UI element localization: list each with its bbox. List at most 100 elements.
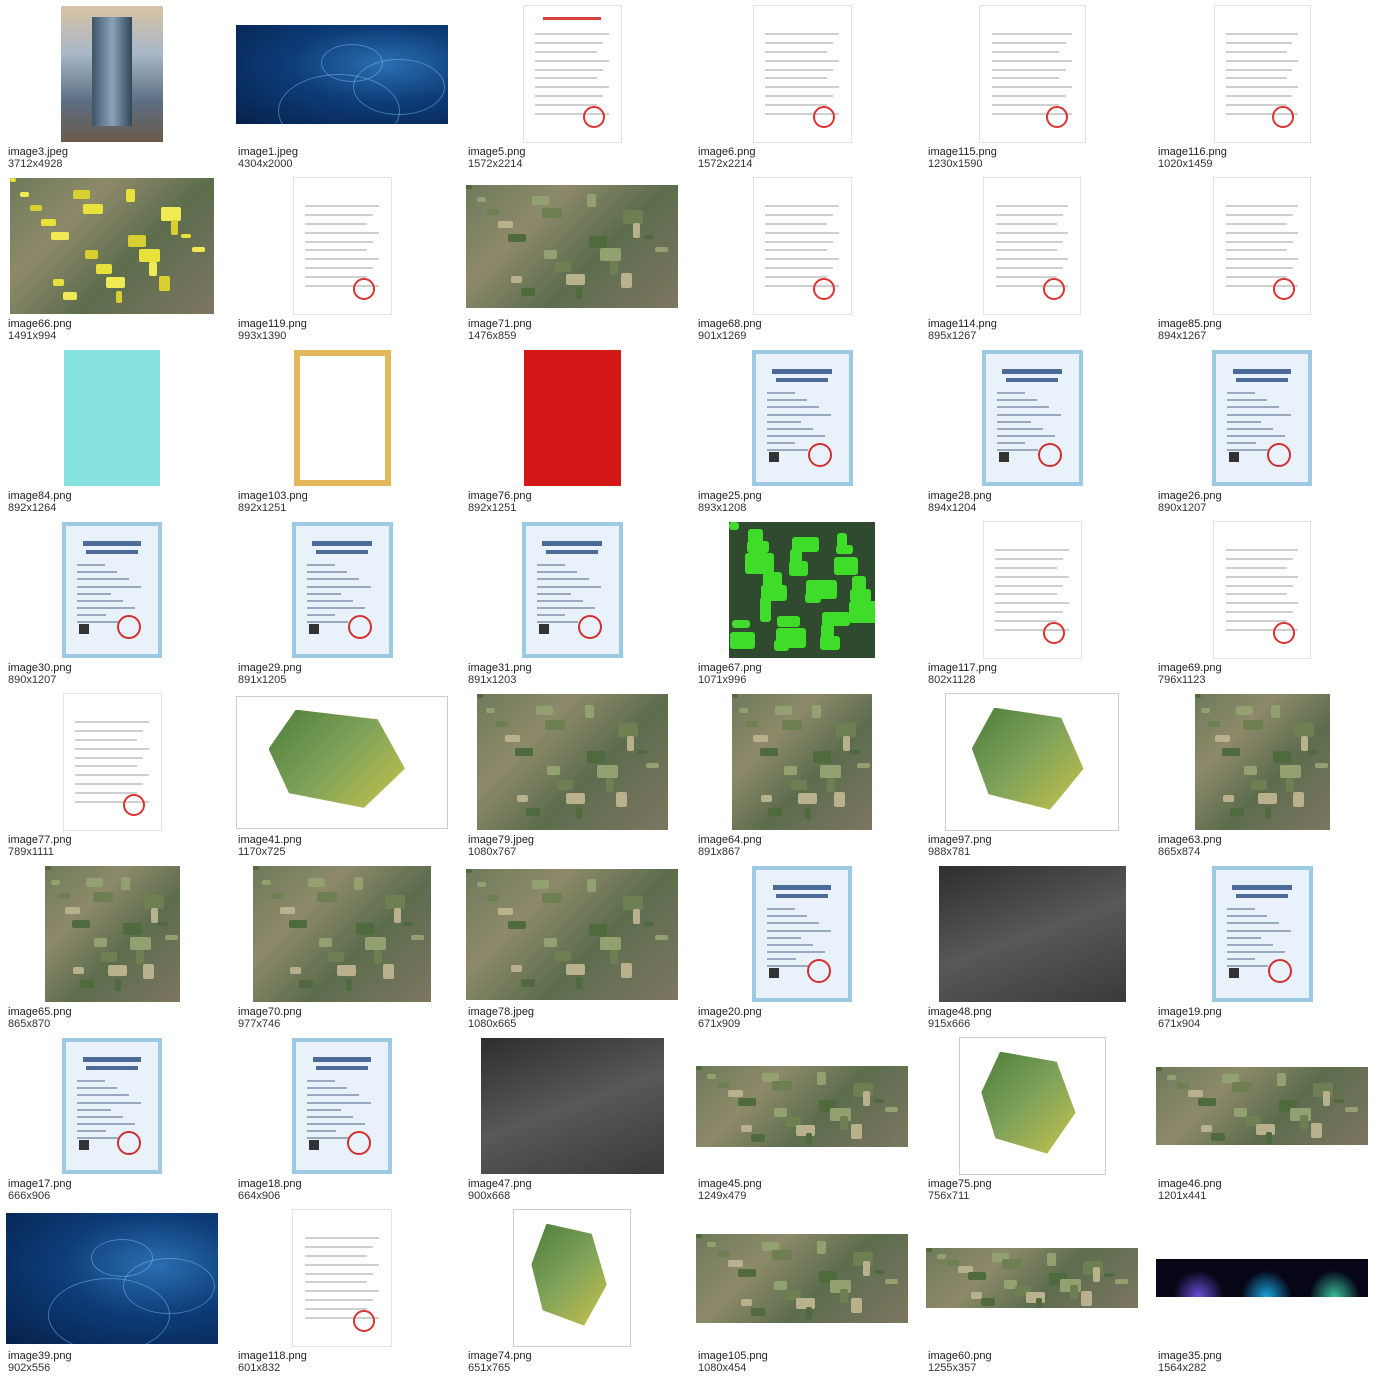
gallery-item[interactable]: image85.png 894x1267 — [1150, 172, 1380, 344]
thumbnail-image[interactable] — [983, 177, 1081, 315]
gallery-item[interactable]: image115.png 1230x1590 — [920, 0, 1150, 172]
gallery-item[interactable]: image35.png 1564x282 — [1150, 1204, 1380, 1376]
thumbnail-image[interactable] — [978, 5, 1086, 143]
gallery-item[interactable]: image26.png 890x1207 — [1150, 344, 1380, 516]
gallery-item[interactable]: image77.png 789x1111 — [0, 688, 230, 860]
gallery-item[interactable]: image78.jpeg 1080x665 — [460, 860, 690, 1032]
thumbnail-image[interactable] — [1194, 694, 1330, 830]
gallery-item[interactable]: image65.png 865x870 — [0, 860, 230, 1032]
thumbnail-image[interactable] — [751, 350, 853, 486]
gallery-item[interactable]: image19.png 671x904 — [1150, 860, 1380, 1032]
gallery-item[interactable]: image41.png 1170x725 — [230, 688, 460, 860]
thumbnail-image[interactable] — [1211, 866, 1313, 1002]
gallery-item[interactable]: image97.png 988x781 — [920, 688, 1150, 860]
gallery-item[interactable]: image18.png 664x906 — [230, 1032, 460, 1204]
thumbnail-image[interactable] — [1156, 1259, 1368, 1297]
gallery-item[interactable]: image1.jpeg 4304x2000 — [230, 0, 460, 172]
gallery-item[interactable]: image116.png 1020x1459 — [1150, 0, 1380, 172]
gallery-item[interactable]: image63.png 865x874 — [1150, 688, 1380, 860]
gallery-item[interactable]: image5.png 1572x2214 — [460, 0, 690, 172]
thumbnail-image[interactable] — [696, 1233, 908, 1323]
gallery-item[interactable]: image76.png 892x1251 — [460, 344, 690, 516]
gallery-item[interactable]: image25.png 893x1208 — [690, 344, 920, 516]
gallery-item[interactable]: image28.png 894x1204 — [920, 344, 1150, 516]
thumbnail-image[interactable] — [938, 866, 1126, 1002]
thumbnail-image[interactable] — [293, 350, 391, 486]
gallery-item[interactable]: image6.png 1572x2214 — [690, 0, 920, 172]
thumbnail-image[interactable] — [523, 350, 621, 486]
thumbnail-image[interactable] — [480, 1038, 664, 1174]
gallery-item[interactable]: image17.png 666x906 — [0, 1032, 230, 1204]
gallery-item[interactable]: image71.png 1476x859 — [460, 172, 690, 344]
gallery-item[interactable]: image29.png 891x1205 — [230, 516, 460, 688]
gallery-item[interactable]: image64.png 891x867 — [690, 688, 920, 860]
thumbnail-image[interactable] — [292, 177, 392, 315]
gallery-item[interactable]: image39.png 902x556 — [0, 1204, 230, 1376]
gallery-item[interactable]: image68.png 901x1269 — [690, 172, 920, 344]
thumbnail-image[interactable] — [729, 522, 875, 658]
gallery-item[interactable]: image84.png 892x1264 — [0, 344, 230, 516]
thumbnail-image[interactable] — [62, 1038, 162, 1174]
thumbnail-image[interactable] — [513, 1209, 631, 1347]
thumbnail-image[interactable] — [62, 693, 162, 831]
gallery-item[interactable]: image79.jpeg 1080x767 — [460, 688, 690, 860]
gallery-item[interactable]: image20.png 671x909 — [690, 860, 920, 1032]
gallery-item[interactable]: image74.png 651x765 — [460, 1204, 690, 1376]
gallery-item[interactable]: image105.png 1080x454 — [690, 1204, 920, 1376]
thumbnail-image[interactable] — [522, 5, 622, 143]
thumbnail-image[interactable] — [10, 178, 214, 314]
gallery-item[interactable]: image118.png 601x832 — [230, 1204, 460, 1376]
gallery-item[interactable]: image47.png 900x668 — [460, 1032, 690, 1204]
gallery-item[interactable]: image117.png 802x1128 — [920, 516, 1150, 688]
thumbnail-image[interactable] — [926, 1248, 1138, 1308]
gallery-item[interactable]: image48.png 915x666 — [920, 860, 1150, 1032]
thumbnail-image[interactable] — [945, 693, 1119, 831]
thumbnail-image[interactable] — [1213, 5, 1311, 143]
thumbnail-image[interactable] — [44, 866, 180, 1002]
gallery-item[interactable]: image31.png 891x1203 — [460, 516, 690, 688]
thumbnail-image[interactable] — [292, 1038, 392, 1174]
thumbnail-image[interactable] — [752, 866, 852, 1002]
gallery-item[interactable]: image70.png 977x746 — [230, 860, 460, 1032]
thumbnail-image[interactable] — [253, 866, 431, 1002]
thumbnail-image[interactable] — [1156, 1067, 1368, 1145]
thumbnail-frame — [1156, 350, 1368, 486]
thumbnail-image[interactable] — [291, 522, 393, 658]
thumbnail-image[interactable] — [61, 6, 163, 142]
gallery-item[interactable]: image119.png 993x1390 — [230, 172, 460, 344]
thumbnail-image[interactable] — [236, 24, 448, 124]
thumbnail-image[interactable] — [6, 1212, 218, 1344]
thumbnail-image[interactable] — [752, 5, 852, 143]
gallery-item[interactable]: image66.png 1491x994 — [0, 172, 230, 344]
gallery-item[interactable]: image103.png 892x1251 — [230, 344, 460, 516]
thumbnail-image[interactable] — [1213, 521, 1311, 659]
thumbnail-image[interactable] — [1213, 177, 1311, 315]
file-caption: image78.jpeg 1080x665 — [468, 1006, 683, 1030]
thumbnail-image[interactable] — [292, 1209, 392, 1347]
gallery-item[interactable]: image67.png 1071x996 — [690, 516, 920, 688]
thumbnail-image[interactable] — [982, 521, 1082, 659]
gallery-item[interactable]: image75.png 756x711 — [920, 1032, 1150, 1204]
thumbnail-image[interactable] — [466, 868, 678, 1000]
gallery-item[interactable]: image46.png 1201x441 — [1150, 1032, 1380, 1204]
file-name: image26.png — [1158, 490, 1222, 502]
thumbnail-image[interactable] — [696, 1065, 908, 1147]
thumbnail-image[interactable] — [958, 1037, 1106, 1175]
gallery-item[interactable]: image69.png 796x1123 — [1150, 516, 1380, 688]
thumbnail-image[interactable] — [981, 350, 1083, 486]
gallery-item[interactable]: image114.png 895x1267 — [920, 172, 1150, 344]
thumbnail-image[interactable] — [752, 177, 852, 315]
thumbnail-image[interactable] — [732, 694, 872, 830]
thumbnail-image[interactable] — [476, 694, 668, 830]
gallery-item[interactable]: image60.png 1255x357 — [920, 1204, 1150, 1376]
thumbnail-image[interactable] — [466, 184, 678, 308]
thumbnail-image[interactable] — [1212, 350, 1312, 486]
thumbnail-image[interactable] — [236, 695, 448, 829]
gallery-item[interactable]: image3.jpeg 3712x4928 — [0, 0, 230, 172]
thumbnail-image[interactable] — [64, 350, 160, 486]
gallery-item[interactable]: image45.png 1249x479 — [690, 1032, 920, 1204]
file-caption: image3.jpeg 3712x4928 — [8, 146, 223, 170]
thumbnail-image[interactable] — [62, 522, 162, 658]
gallery-item[interactable]: image30.png 890x1207 — [0, 516, 230, 688]
thumbnail-image[interactable] — [521, 522, 623, 658]
